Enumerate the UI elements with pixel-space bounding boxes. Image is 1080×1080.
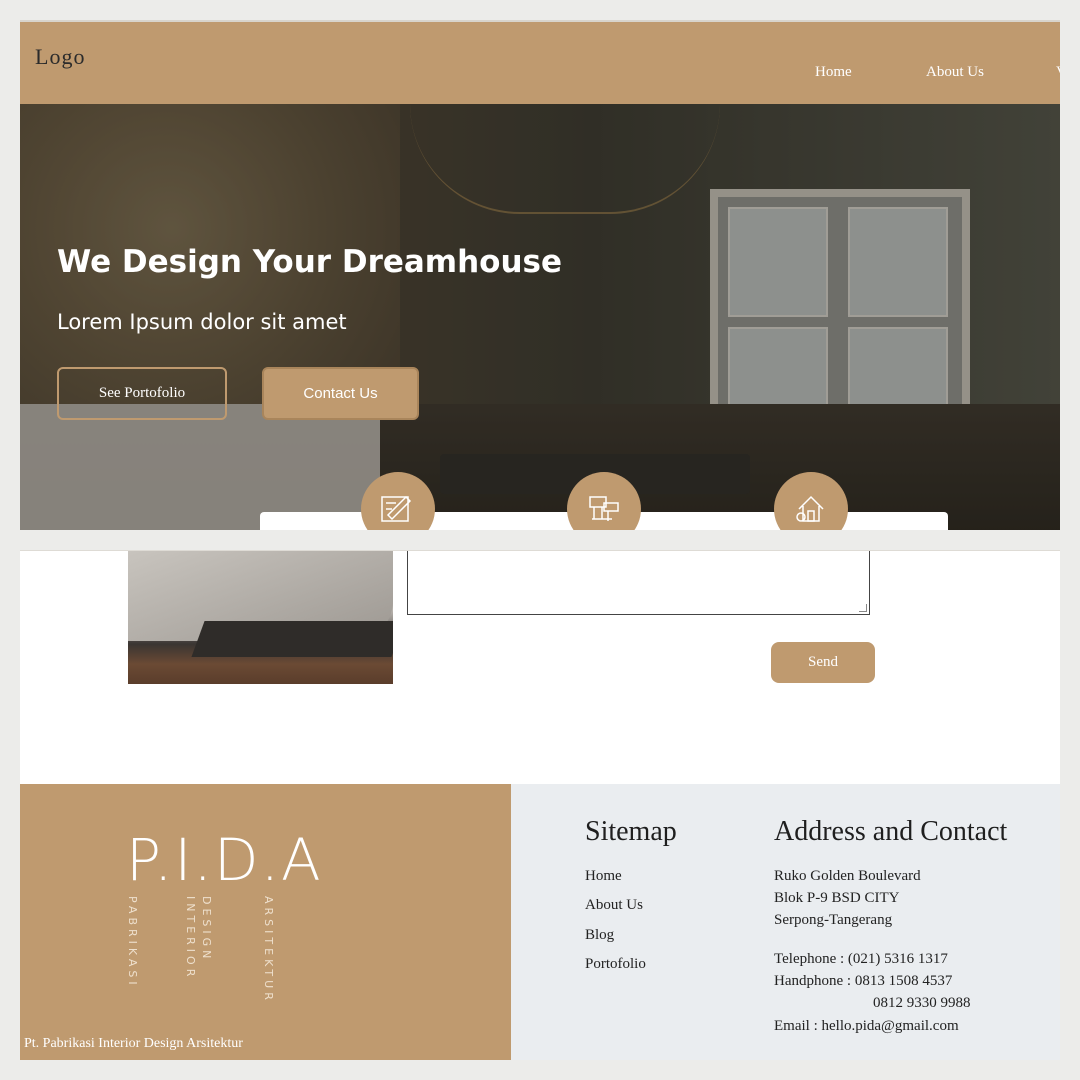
copyright-text: Pt. Pabrikasi Interior Design Arsitektur [24,1036,243,1051]
sitemap-heading: Sitemap [585,816,677,847]
address-line: Blok P-9 BSD CITY [774,890,900,906]
logo-word-design: DESIGN [200,896,213,963]
email-text[interactable]: Email : hello.pida@gmail.com [774,1018,959,1035]
sitemap-link-blog[interactable]: Blog [585,927,614,944]
logo[interactable]: Logo [35,44,85,70]
nav-about-us[interactable]: About Us [926,64,984,81]
message-textarea[interactable] [407,551,870,615]
resize-grip-icon[interactable] [859,604,867,612]
bedroom-image [128,551,393,684]
hero-section: We Design Your Dreamhouse Lorem Ipsum do… [20,104,1060,530]
logo-word-interior: INTERIOR [184,896,197,981]
see-portfolio-button[interactable]: See Portofolio [57,367,227,420]
address-line: Ruko Golden Boulevard [774,868,921,884]
sitemap-link-home[interactable]: Home [585,868,622,885]
nav-item-cutoff[interactable]: V [1056,64,1060,81]
contact-form-section: Send [20,550,1060,784]
nav-home[interactable]: Home [815,64,852,81]
sitemap-link-about-us[interactable]: About Us [585,897,643,914]
footer-info-panel: Sitemap Home About Us Blog Portofolio Ad… [511,784,1060,1060]
address-heading: Address and Contact [774,816,1008,847]
telephone-text: Telephone : (021) 5316 1317 [774,951,948,967]
top-screen-frame: Logo Home About Us V We Design Your Drea… [20,20,1060,530]
handphone-secondary-text: 0812 9330 9988 [873,995,971,1011]
address-line: Serpong-Tangerang [774,912,893,928]
logo-word-arsitektur: ARSITEKTUR [262,896,275,1004]
send-button[interactable]: Send [771,642,875,683]
hero-subtitle: Lorem Ipsum dolor sit amet [57,310,347,334]
hero-title: We Design Your Dreamhouse [57,244,563,280]
navbar: Logo Home About Us V [20,22,1060,104]
footer-brand-panel: P.I.D.A PABRIKASI INTERIOR DESIGN ARSITE… [20,784,511,1060]
contact-us-button[interactable]: Contact Us [262,367,419,420]
sitemap-link-portofolio[interactable]: Portofolio [585,956,646,973]
logo-word-pabrikasi: PABRIKASI [126,896,139,989]
pida-logo: P.I.D.A [126,826,323,894]
handphone-text: Handphone : 0813 1508 4537 [774,973,953,989]
